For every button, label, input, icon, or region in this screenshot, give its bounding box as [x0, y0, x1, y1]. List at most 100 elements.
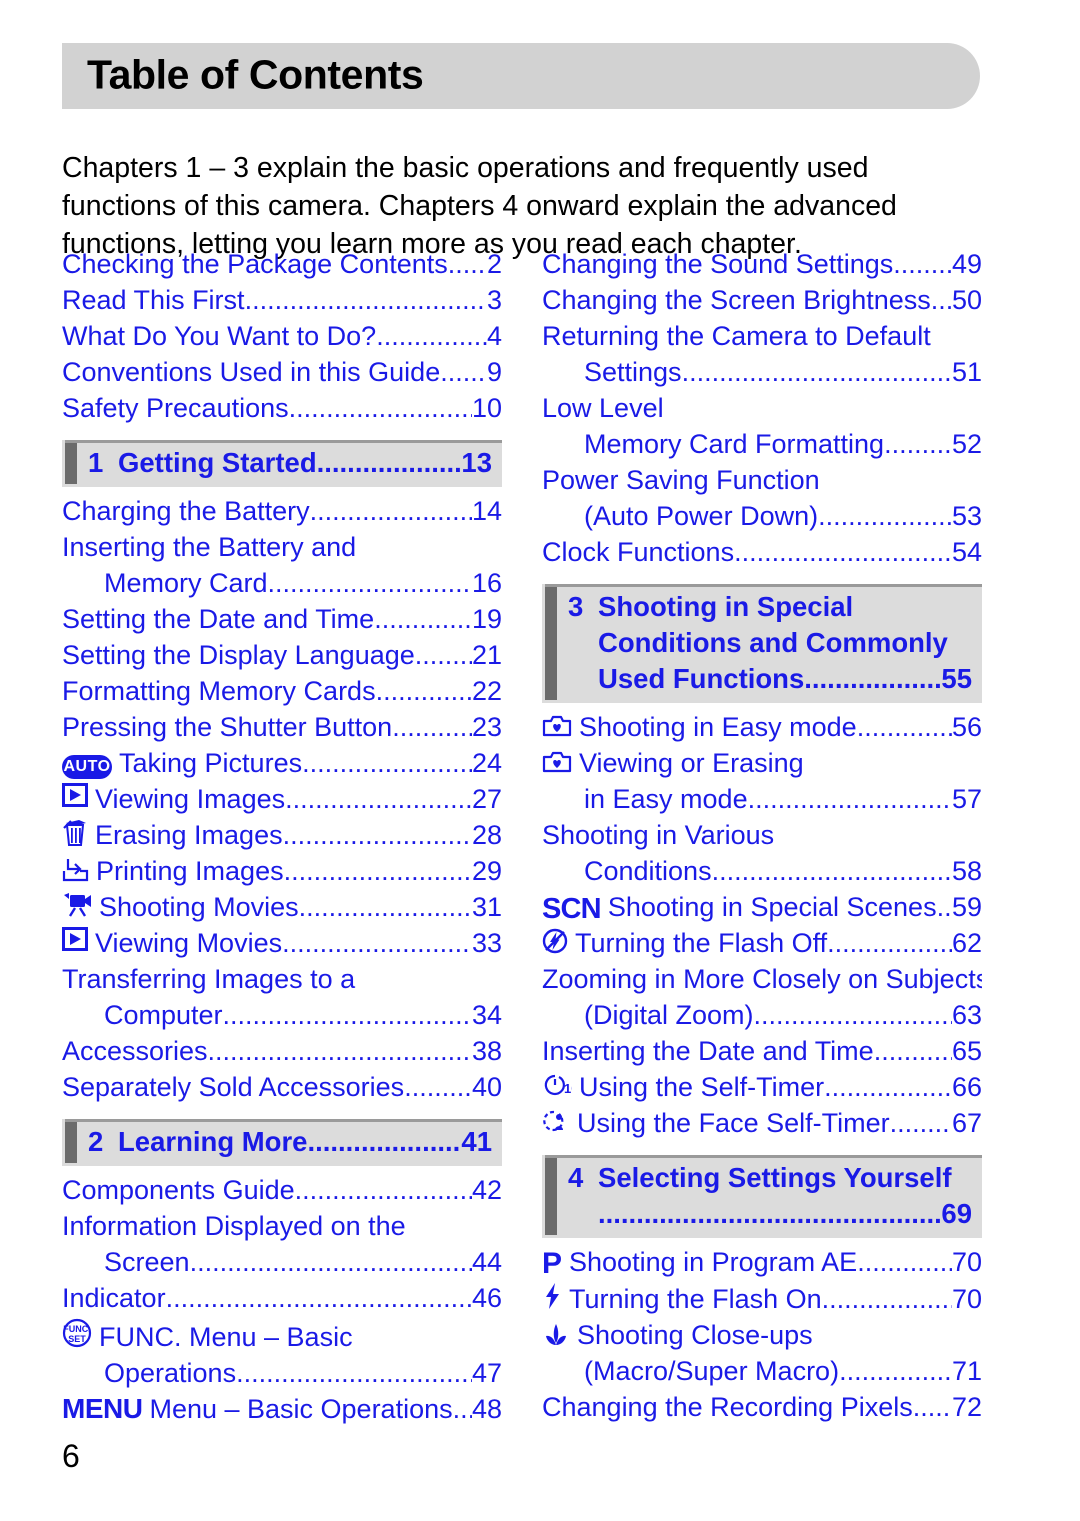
toc-leader-dots: ........................................…	[298, 892, 472, 922]
toc-entry[interactable]: Shooting in Easy mode ..................…	[542, 709, 982, 745]
toc-entry-label: in Easy mode	[584, 784, 748, 814]
toc-entry-label: Indicator	[62, 1283, 166, 1313]
toc-entry[interactable]: Memory Card ............................…	[62, 565, 502, 601]
toc-entry-page-number: 46	[471, 1283, 502, 1313]
toc-entry[interactable]: Viewing Images .........................…	[62, 781, 502, 817]
toc-entry[interactable]: Setting the Display Language ...........…	[62, 637, 502, 673]
toc-entry[interactable]: Accessories ............................…	[62, 1033, 502, 1069]
toc-entry[interactable]: Printing Images ........................…	[62, 853, 502, 889]
toc-entry[interactable]: Safety Precautions .....................…	[62, 390, 502, 426]
toc-entry[interactable]: in Easy mode ...........................…	[542, 781, 982, 817]
toc-entry-label: Charging the Battery	[62, 496, 310, 526]
toc-entry-label: Accessories	[62, 1036, 208, 1066]
toc-entry[interactable]: Settings ...............................…	[542, 354, 982, 390]
toc-entry[interactable]: Charging the Battery ...................…	[62, 493, 502, 529]
toc-entry[interactable]: Computer ...............................…	[62, 997, 502, 1033]
chapter-bar-4[interactable]: 4 Selecting Settings Yourself............…	[542, 1155, 982, 1238]
toc-entry[interactable]: Turning the Flash Off ..................…	[542, 925, 982, 961]
toc-entry[interactable]: Changing the Screen Brightness .........…	[542, 282, 982, 318]
toc-entry[interactable]: Erasing Images .........................…	[62, 817, 502, 853]
chapter-bar-3[interactable]: 3 Shooting in Special Conditions and Commo…	[542, 584, 982, 703]
toc-entry-page-number: 14	[471, 496, 502, 526]
toc-entry[interactable]: Pressing the Shutter Button ............…	[62, 709, 502, 745]
toc-entry-label: Shooting in Special Scenes	[607, 892, 937, 922]
toc-leader-dots: ........................................…	[267, 568, 472, 598]
toc-entry-page-number: 58	[951, 856, 982, 886]
toc-leader-dots: ........................................…	[889, 1108, 952, 1138]
toc-entry[interactable]: Changing the Sound Settings ............…	[542, 246, 982, 282]
toc-entry[interactable]: Transferring Images to a	[62, 961, 502, 997]
toc-entry-label: Viewing Movies	[95, 928, 283, 958]
svg-text:FUNC.: FUNC.	[63, 1324, 91, 1334]
toc-leader-dots: ........................................…	[294, 1175, 472, 1205]
toc-entry[interactable]: Changing the Recording Pixels ..........…	[542, 1389, 982, 1425]
toc-entry[interactable]: Shooting Movies ........................…	[62, 889, 502, 925]
toc-leader-dots: ........................................…	[375, 676, 472, 706]
toc-entry[interactable]: Formatting Memory Cards ................…	[62, 673, 502, 709]
toc-entry[interactable]: AUTO Taking Pictures ....................…	[62, 745, 502, 781]
toc-entry[interactable]: Inserting the Date and Time ............…	[542, 1033, 982, 1069]
toc-entry[interactable]: Checking the Package Contents ..........…	[62, 246, 502, 282]
toc-entry-label: Information Displayed on the	[62, 1211, 406, 1241]
chapter-page-number: 41	[461, 1126, 492, 1157]
toc-entry[interactable]: Viewing Movies .........................…	[62, 925, 502, 961]
toc-leader-dots: ........................................…	[288, 393, 472, 423]
toc-entry[interactable]: Setting the Date and Time ..............…	[62, 601, 502, 637]
toc-entry[interactable]: Indicator ..............................…	[62, 1280, 502, 1316]
toc-entry[interactable]: Conditions .............................…	[542, 853, 982, 889]
toc-entry[interactable]: Separately Sold Accessories ............…	[62, 1069, 502, 1105]
chapter-leader-dots: ........................................…	[307, 1126, 461, 1157]
toc-entry[interactable]: Viewing or Erasing	[542, 745, 982, 781]
chapter-bar-2[interactable]: 2 Learning More..........................…	[62, 1119, 502, 1166]
toc-entry[interactable]: Information Displayed on the	[62, 1208, 502, 1244]
toc-entry[interactable]: Components Guide .......................…	[62, 1172, 502, 1208]
toc-entry[interactable]: Conventions Used in this Guide .........…	[62, 354, 502, 390]
chapter-bar-1[interactable]: 1 Getting Started........................…	[62, 440, 502, 487]
toc-entry[interactable]: Power Saving Function	[542, 462, 982, 498]
toc-entry[interactable]: Returning the Camera to Default	[542, 318, 982, 354]
toc-entry-label: Conventions Used in this Guide	[62, 357, 441, 387]
toc-entry[interactable]: Read This First ........................…	[62, 282, 502, 318]
toc-entry[interactable]: Turning the Flash On ...................…	[542, 1280, 982, 1317]
toc-entry[interactable]: Inserting the Battery and	[62, 529, 502, 565]
toc-entry[interactable]: Low Level	[542, 390, 982, 426]
toc-entry[interactable]: (Digital Zoom) .........................…	[542, 997, 982, 1033]
toc-entry-page-number: 67	[951, 1108, 982, 1138]
toc-leader-dots: ........................................…	[302, 748, 472, 778]
toc-entry-label: Computer	[104, 1000, 223, 1030]
toc-entry[interactable]: SCNShooting in Special Scenes ..........…	[542, 889, 982, 925]
self-timer-icon: 10	[542, 1072, 572, 1098]
toc-entry[interactable]: Using the Face Self-Timer ..............…	[542, 1105, 982, 1141]
toc-entry[interactable]: (Macro/Super Macro) ....................…	[542, 1353, 982, 1389]
toc-entry-label: Changing the Sound Settings	[542, 249, 894, 279]
toc-entry-page-number: 48	[471, 1394, 502, 1424]
chapter-title: Selecting Settings Yourself	[598, 1162, 952, 1193]
toc-entry-page-number: 21	[471, 640, 502, 670]
toc-entry[interactable]: (Auto Power Down) ......................…	[542, 498, 982, 534]
toc-leader-dots: ........................................…	[440, 357, 487, 387]
toc-entry[interactable]: FUNC. SET FUNC. Menu – Basic	[62, 1316, 502, 1355]
toc-entry[interactable]: Zooming in More Closely on Subjects	[542, 961, 982, 997]
playback-icon	[62, 927, 88, 951]
chapter-title-line: 4 Selecting Settings Yourself	[568, 1160, 972, 1196]
chapter-number: 2	[88, 1126, 104, 1157]
toc-entry[interactable]: MENUMenu – Basic Operations ............…	[62, 1391, 502, 1427]
toc-leader-dots: ........................................…	[207, 1036, 472, 1066]
toc-entry[interactable]: Screen .................................…	[62, 1244, 502, 1280]
toc-entry-page-number: 54	[951, 537, 982, 567]
toc-entry-page-number: 42	[471, 1175, 502, 1205]
chapter-title: Conditions and Commonly	[598, 627, 948, 658]
toc-entry-page-number: 29	[471, 856, 502, 886]
toc-entry[interactable]: What Do You Want to Do? ................…	[62, 318, 502, 354]
toc-entry[interactable]: 10 Using the Self-Timer .................…	[542, 1069, 982, 1105]
toc-entry[interactable]: Operations .............................…	[62, 1355, 502, 1391]
toc-entry[interactable]: PShooting in Program AE ................…	[542, 1244, 982, 1280]
toc-entry[interactable]: Clock Functions ........................…	[542, 534, 982, 570]
toc-entry[interactable]: Memory Card Formatting .................…	[542, 426, 982, 462]
toc-continued-list: Changing the Sound Settings ............…	[542, 246, 982, 570]
svg-text:10: 10	[564, 1081, 572, 1096]
toc-entry-label: Turning the Flash On	[569, 1284, 822, 1314]
toc-entry[interactable]: Shooting Close-ups	[542, 1317, 982, 1353]
macro-icon	[542, 1321, 570, 1346]
toc-entry[interactable]: Shooting in Various	[542, 817, 982, 853]
